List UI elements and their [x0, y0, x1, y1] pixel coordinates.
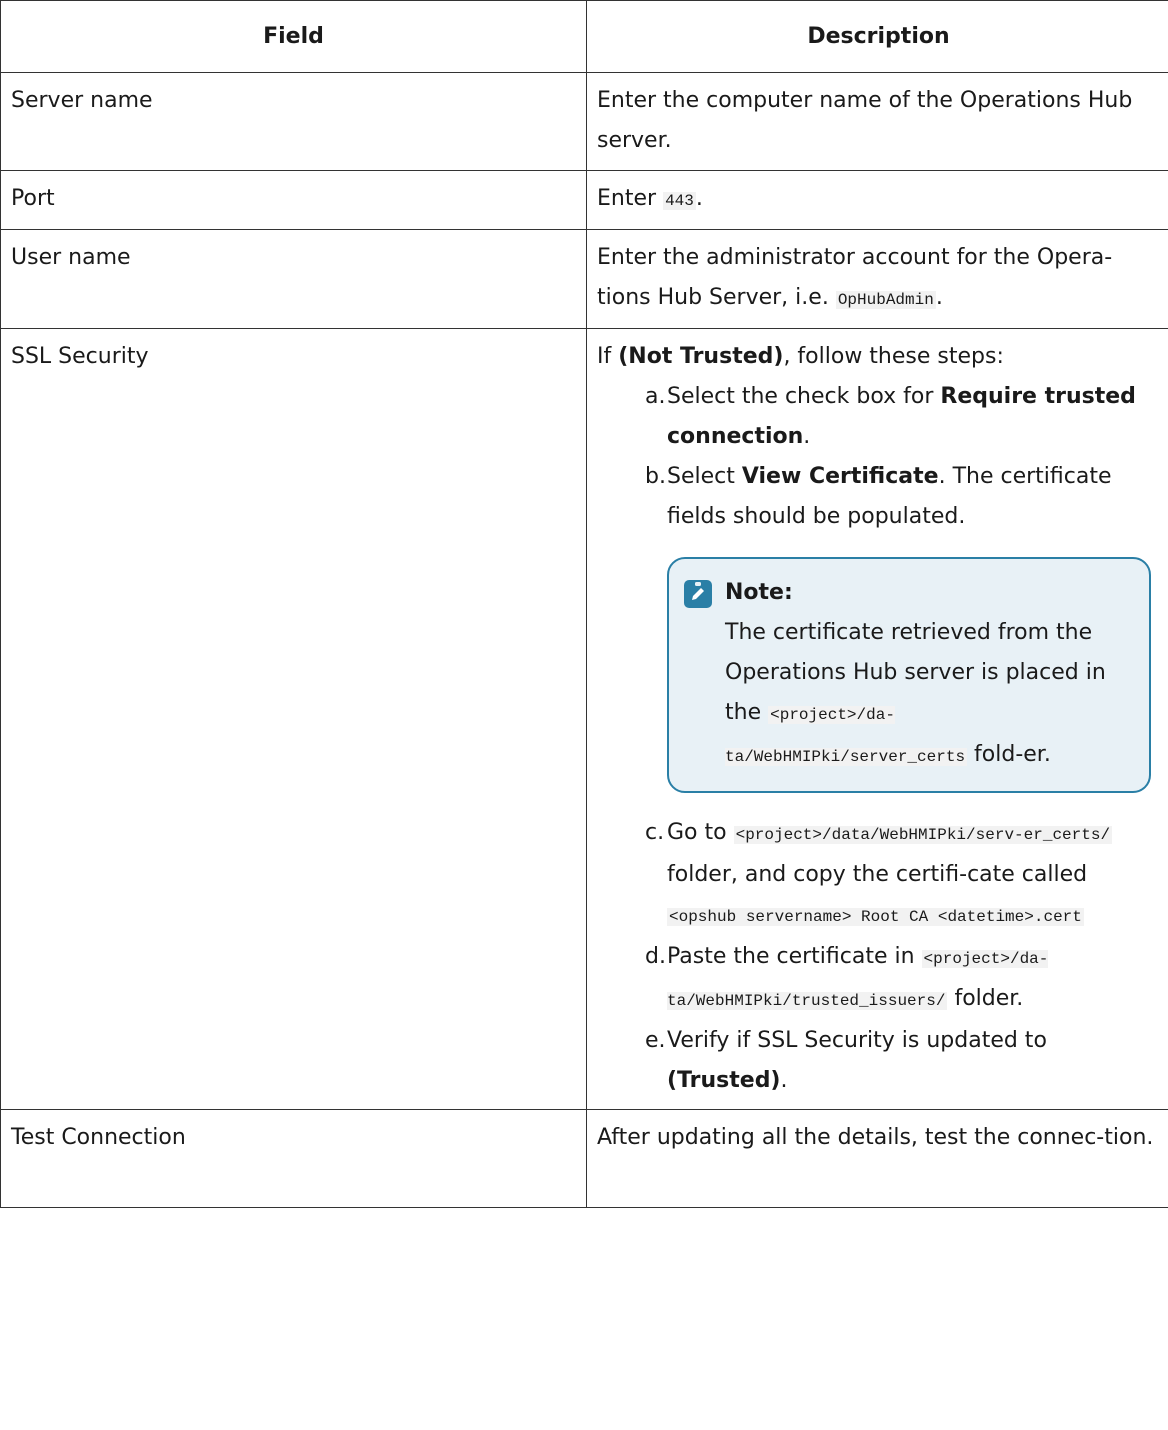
certificate-filename: <opshub servername> Root CA <datetime>.c… — [667, 908, 1084, 926]
field-cell: User name — [0, 229, 587, 329]
step-text: Paste the certificate in — [667, 944, 915, 969]
table-row: User name Enter the administrator accoun… — [0, 229, 1168, 329]
step-marker: c. — [645, 820, 665, 845]
step-text: Verify if SSL Security is updated to — [667, 1028, 1047, 1053]
field-cell: SSL Security — [0, 328, 587, 1110]
list-item: b. Select View Certificate. The certific… — [597, 457, 1160, 537]
fields-table: Field Description Server name Enter the … — [0, 0, 1168, 1208]
step-marker: b. — [645, 464, 666, 489]
header-description: Description — [586, 0, 1168, 73]
table-row: SSL Security If (Not Trusted), follow th… — [0, 328, 1168, 1110]
step-text: Select — [667, 464, 735, 489]
list-item: d. Paste the certificate in <project>/da… — [597, 937, 1160, 1021]
steps-list: a. Select the check box for Require trus… — [597, 377, 1160, 537]
port-value: 443 — [663, 192, 696, 210]
intro-text: , follow these steps: — [783, 344, 1004, 369]
header-field: Field — [0, 0, 587, 73]
note-title: Note: — [725, 580, 793, 605]
description-cell: Enter the administrator account for the … — [586, 229, 1168, 329]
step-text: Go to — [667, 820, 727, 845]
description-cell: If (Not Trusted), follow these steps: a.… — [586, 328, 1168, 1110]
description-cell: Enter 443. — [586, 170, 1168, 230]
server-certs-folder-path: <project>/data/WebHMIPki/serv-er_certs/ — [733, 826, 1113, 844]
table-row: Port Enter 443. — [0, 170, 1168, 230]
description-cell: Enter the computer name of the Operation… — [586, 72, 1168, 171]
header-row: Field Description — [0, 0, 1168, 73]
step-text: folder. — [954, 986, 1024, 1011]
description-text: . — [935, 285, 943, 310]
field-cell: Server name — [0, 72, 587, 171]
step-text: . — [780, 1068, 788, 1093]
step-marker: d. — [645, 944, 666, 969]
field-cell: Test Connection — [0, 1109, 587, 1208]
description-cell: After updating all the details, test the… — [586, 1109, 1168, 1208]
step-text: Select the check box for — [667, 384, 934, 409]
pencil-note-icon — [683, 579, 713, 609]
list-item: c. Go to <project>/data/WebHMIPki/serv-e… — [597, 813, 1160, 937]
description-text: . — [695, 186, 703, 211]
admin-account-value: OpHubAdmin — [835, 291, 936, 309]
list-item: a. Select the check box for Require trus… — [597, 377, 1160, 457]
steps-list: c. Go to <project>/data/WebHMIPki/serv-e… — [597, 813, 1160, 1101]
intro-bold: (Not Trusted) — [618, 344, 784, 369]
table-row: Test Connection After updating all the d… — [0, 1109, 1168, 1208]
step-text: folder, and copy the certifi-cate called — [667, 862, 1088, 887]
server-certs-path: <project>/da-ta/WebHMIPki/server_certs — [725, 706, 968, 766]
step-marker: a. — [645, 384, 666, 409]
field-cell: Port — [0, 170, 587, 230]
step-marker: e. — [645, 1028, 666, 1053]
note-body: Note: The certificate retrieved from the… — [725, 573, 1133, 777]
table-row: Server name Enter the computer name of t… — [0, 72, 1168, 171]
step-bold: (Trusted) — [667, 1068, 781, 1093]
note-box: Note: The certificate retrieved from the… — [667, 557, 1151, 793]
step-text: . — [803, 424, 811, 449]
ssl-intro: If (Not Trusted), follow these steps: — [597, 337, 1160, 377]
note-text: The certificate retrieved from the Opera… — [725, 613, 1133, 777]
note-text-part: fold-er. — [974, 742, 1051, 767]
description-text: Enter — [597, 186, 657, 211]
intro-text: If — [597, 344, 612, 369]
list-item: e. Verify if SSL Security is updated to … — [597, 1021, 1160, 1101]
step-bold: View Certificate — [741, 464, 939, 489]
